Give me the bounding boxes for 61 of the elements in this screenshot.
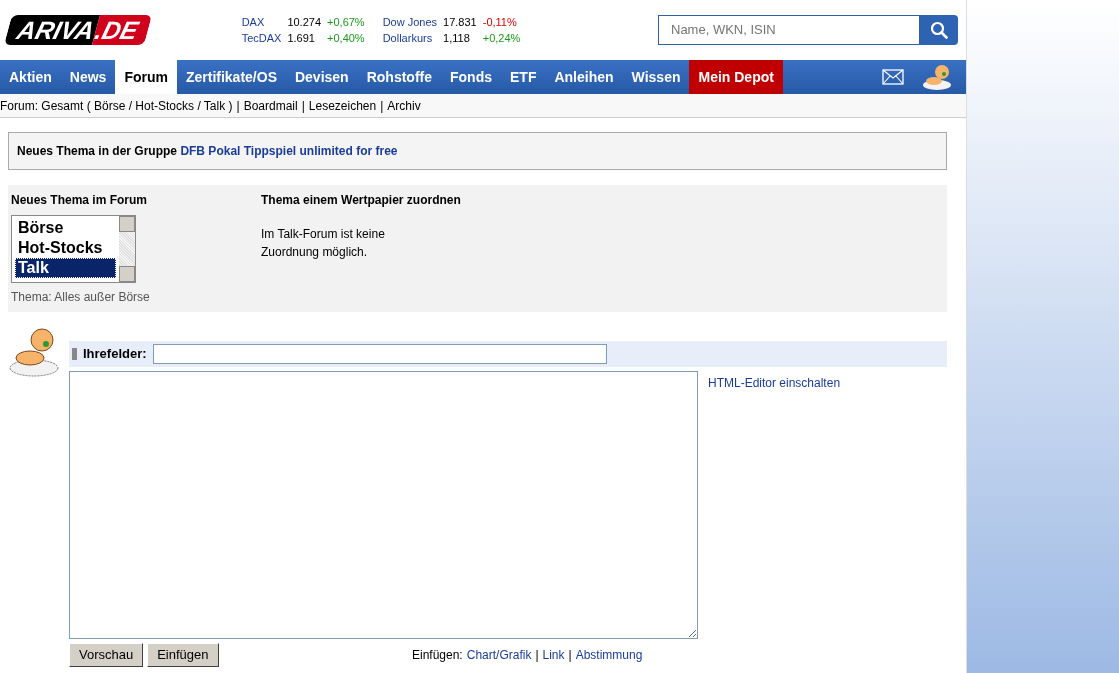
nav-tab[interactable]: Forum <box>115 60 177 94</box>
insert-link[interactable]: Abstimmung <box>575 645 643 664</box>
search-icon <box>930 21 948 39</box>
nav-tab[interactable]: Aktien <box>0 60 61 94</box>
notice-text: Neues Thema in der Gruppe <box>17 144 179 158</box>
nav-tab[interactable]: ETF <box>501 60 546 94</box>
assign-title: Thema einem Wertpapier zuordnen <box>261 192 462 209</box>
separator: | <box>535 646 539 664</box>
subnav-link[interactable]: Archiv <box>387 96 421 115</box>
form-button[interactable]: Einfügen <box>147 643 219 667</box>
mail-icon[interactable] <box>882 69 904 85</box>
nav-tab[interactable]: Fonds <box>441 60 501 94</box>
scroll-up-button[interactable] <box>119 216 135 232</box>
subject-field[interactable] <box>152 344 607 364</box>
forum-listbox[interactable]: Börse Hot-Stocks Talk <box>11 215 136 283</box>
scroll-down-button[interactable] <box>119 266 135 282</box>
quote-name-link[interactable]: TecDAX <box>241 30 282 46</box>
forum-select-title: Neues Thema im Forum <box>11 192 149 209</box>
quote-value: 10.274 <box>287 15 322 30</box>
forum-hint: Thema: Alles außer Börse <box>11 289 151 306</box>
subnav-link[interactable]: Forum: Gesamt ( Börse / Hot-Stocks / Talk ) <box>0 96 233 115</box>
scrollbar[interactable] <box>119 216 135 282</box>
quote-name-link[interactable]: DAX <box>241 14 282 30</box>
quote-value: 1,118 <box>443 31 471 46</box>
subject-label: Ihrefelder: <box>83 345 147 364</box>
separator: | <box>236 97 240 115</box>
baby-avatar-icon <box>8 326 60 378</box>
html-editor-link[interactable]: HTML-Editor einschalten <box>708 374 841 639</box>
nav-tab[interactable]: Wissen <box>622 60 690 94</box>
grip-marker <box>72 348 77 360</box>
separator: | <box>380 97 384 115</box>
quote-name-link[interactable]: Dow Jones <box>382 14 438 30</box>
quote-change: -0,11% <box>482 15 518 30</box>
quote-value: 17.831 <box>443 15 477 30</box>
search-field[interactable]: Name, WKN, ISIN <box>658 15 920 45</box>
search-button[interactable] <box>920 15 958 45</box>
baby-avatar-icon[interactable] <box>922 63 952 91</box>
forum-option[interactable]: Börse <box>15 218 116 238</box>
nav-tab[interactable]: News <box>60 60 116 94</box>
quote-value: 1.691 <box>287 31 316 46</box>
group-link[interactable]: DFB Pokal Tippspiel unlimited for free <box>180 144 398 158</box>
separator: | <box>568 646 572 664</box>
forum-option[interactable]: Talk <box>15 258 116 278</box>
nav-tab[interactable]: Devisen <box>285 60 358 94</box>
nav-tab[interactable]: Zertifikate/OS <box>176 60 286 94</box>
form-button[interactable]: Vorschau <box>69 643 144 667</box>
separator: | <box>301 97 305 115</box>
nav-tab[interactable]: Rohstoffe <box>357 60 441 94</box>
quote-change: +0,40% <box>327 31 365 46</box>
quote-name-link[interactable]: Dollarkurs <box>382 30 438 46</box>
forum-option[interactable]: Hot-Stocks <box>15 238 116 258</box>
nav-tab[interactable]: Mein Depot <box>689 60 783 94</box>
insert-link[interactable]: Chart/Grafik <box>466 645 532 664</box>
nav-tab[interactable]: Anleihen <box>545 60 623 94</box>
insert-label: Einfügen: <box>412 646 463 664</box>
subnav-link[interactable]: Boardmail <box>243 96 298 115</box>
subnav-link[interactable]: Lesezeichen <box>308 96 377 115</box>
quote-change: +0,67% <box>327 15 365 30</box>
quote-change: +0,24% <box>482 31 521 46</box>
assign-text: Im Talk-Forum ist keine Zuordnung möglich. <box>261 226 386 261</box>
insert-link[interactable]: Link <box>542 645 565 664</box>
